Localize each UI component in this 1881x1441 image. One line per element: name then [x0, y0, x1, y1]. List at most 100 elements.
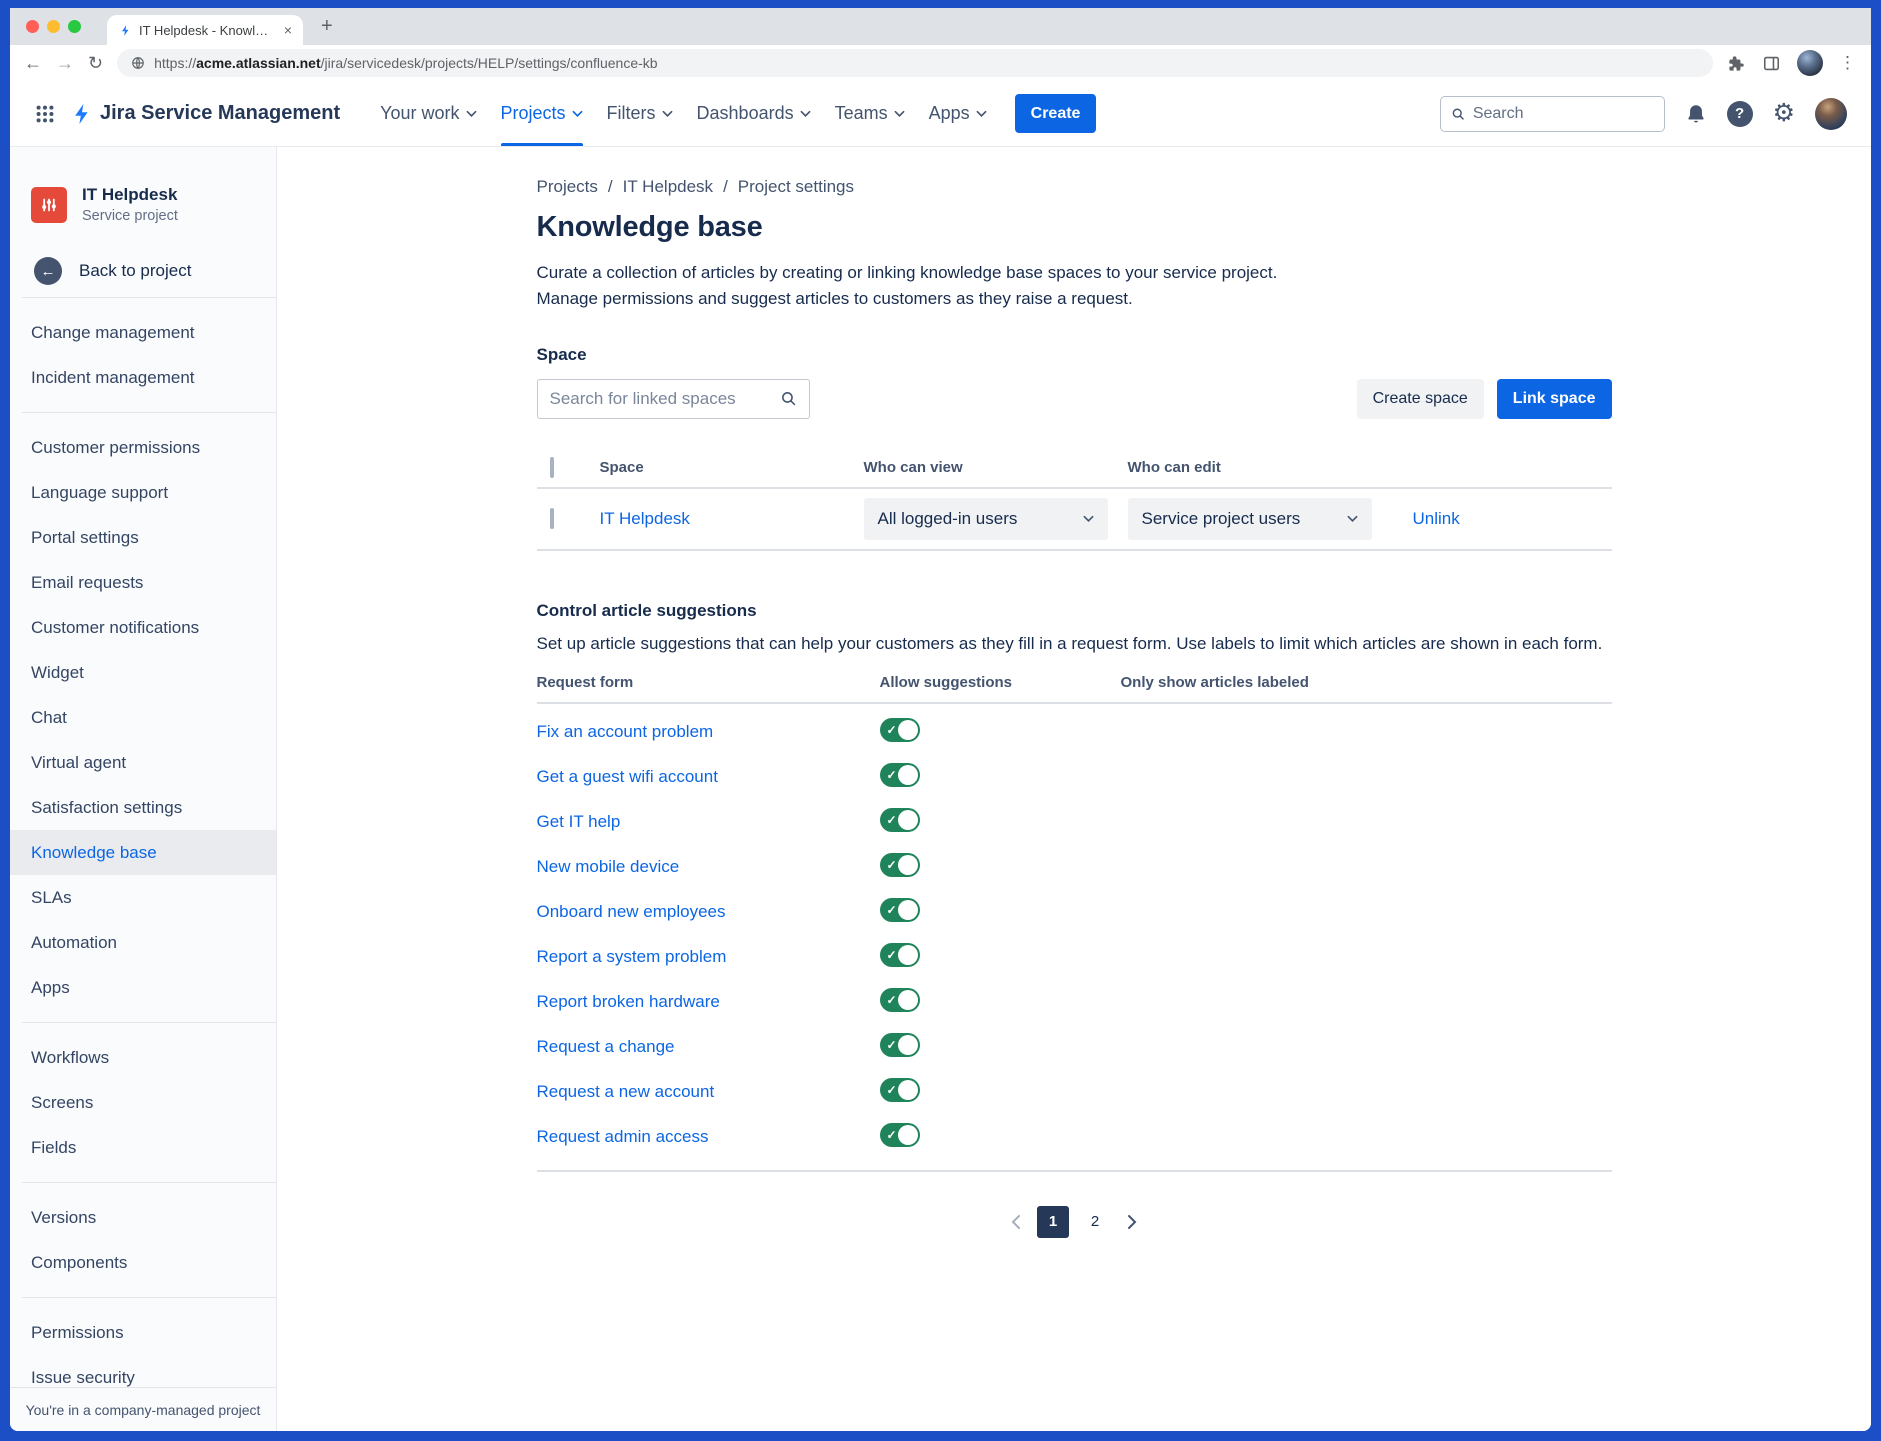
browser-profile-avatar[interactable]	[1797, 50, 1823, 76]
request-form-link[interactable]: Report broken hardware	[537, 992, 720, 1011]
browser-tab-bar: IT Helpdesk - Knowledge base × +	[10, 8, 1871, 45]
linked-spaces-search-input[interactable]	[550, 389, 772, 409]
user-avatar[interactable]	[1815, 98, 1847, 130]
address-bar[interactable]: https://acme.atlassian.net/jira/serviced…	[117, 49, 1713, 77]
sidebar-item-email-requests[interactable]: Email requests	[10, 560, 276, 605]
close-window-button[interactable]	[26, 20, 39, 33]
settings-gear-icon[interactable]: ⚙	[1773, 101, 1795, 126]
request-form-link[interactable]: Request a change	[537, 1037, 675, 1056]
allow-suggestions-toggle[interactable]: ✓	[880, 988, 920, 1012]
space-link[interactable]: IT Helpdesk	[600, 509, 690, 528]
browser-window: IT Helpdesk - Knowledge base × + ← → ↻ h…	[10, 8, 1871, 1431]
sidebar-item-widget[interactable]: Widget	[10, 650, 276, 695]
space-section-heading: Space	[537, 345, 1612, 365]
sidebar-item-workflows[interactable]: Workflows	[10, 1035, 276, 1080]
sidebar-item-incident-management[interactable]: Incident management	[10, 355, 276, 400]
nav-item-filters[interactable]: Filters	[595, 81, 685, 146]
request-form-link[interactable]: Request admin access	[537, 1127, 709, 1146]
global-search[interactable]	[1440, 96, 1665, 132]
sidebar-item-screens[interactable]: Screens	[10, 1080, 276, 1125]
page-2[interactable]: 2	[1079, 1206, 1111, 1238]
request-form-link[interactable]: Fix an account problem	[537, 722, 714, 741]
next-page-icon[interactable]	[1121, 1214, 1143, 1230]
link-space-button[interactable]: Link space	[1497, 379, 1612, 419]
project-sidebar: IT Helpdesk Service project ← Back to pr…	[10, 147, 277, 1431]
sidebar-item-permissions[interactable]: Permissions	[10, 1310, 276, 1355]
suggestion-row-report-broken-hardware: Report broken hardware ✓	[537, 980, 1612, 1025]
zoom-window-button[interactable]	[68, 20, 81, 33]
create-space-button[interactable]: Create space	[1357, 379, 1484, 419]
extensions-puzzle-icon[interactable]	[1727, 54, 1746, 73]
allow-suggestions-toggle[interactable]: ✓	[880, 808, 920, 832]
nav-item-apps[interactable]: Apps	[917, 81, 999, 146]
breadcrumb: Projects/IT Helpdesk/Project settings	[537, 177, 1612, 197]
notifications-bell-icon[interactable]	[1685, 103, 1707, 125]
page-1[interactable]: 1	[1037, 1206, 1069, 1238]
sidebar-item-language-support[interactable]: Language support	[10, 470, 276, 515]
back-to-project[interactable]: ← Back to project	[10, 257, 276, 285]
back-arrow-icon: ←	[34, 257, 62, 285]
allow-suggestions-toggle[interactable]: ✓	[880, 1078, 920, 1102]
back-icon[interactable]: ←	[24, 53, 42, 74]
unlink-link[interactable]: Unlink	[1413, 509, 1460, 528]
sidebar-item-customer-notifications[interactable]: Customer notifications	[10, 605, 276, 650]
who-can-edit-select[interactable]: Service project users	[1128, 498, 1372, 540]
global-search-input[interactable]	[1473, 105, 1654, 123]
sidebar-item-versions[interactable]: Versions	[10, 1195, 276, 1240]
window-controls	[26, 20, 81, 33]
browser-menu-icon[interactable]: ⋮	[1839, 53, 1857, 73]
sidebar-item-apps[interactable]: Apps	[10, 965, 276, 1010]
linked-spaces-search[interactable]	[537, 379, 810, 419]
browser-tab[interactable]: IT Helpdesk - Knowledge base ×	[107, 15, 303, 45]
allow-suggestions-toggle[interactable]: ✓	[880, 853, 920, 877]
minimize-window-button[interactable]	[47, 20, 60, 33]
sidebar-item-slas[interactable]: SLAs	[10, 875, 276, 920]
allow-suggestions-toggle[interactable]: ✓	[880, 1033, 920, 1057]
forward-icon[interactable]: →	[56, 53, 74, 74]
space-row-it-helpdesk: IT Helpdesk All logged-in users Service pr…	[537, 489, 1612, 551]
app-switcher-icon[interactable]	[34, 103, 56, 125]
who-can-view-select[interactable]: All logged-in users	[864, 498, 1108, 540]
allow-suggestions-toggle[interactable]: ✓	[880, 718, 920, 742]
request-form-link[interactable]: Get a guest wifi account	[537, 767, 718, 786]
row-checkbox[interactable]	[550, 508, 554, 529]
refresh-icon[interactable]: ↻	[88, 53, 103, 74]
sidebar-item-satisfaction-settings[interactable]: Satisfaction settings	[10, 785, 276, 830]
sidebar-item-fields[interactable]: Fields	[10, 1125, 276, 1170]
request-form-link[interactable]: Onboard new employees	[537, 902, 726, 921]
allow-suggestions-toggle[interactable]: ✓	[880, 898, 920, 922]
sidebar-item-change-management[interactable]: Change management	[10, 310, 276, 355]
allow-suggestions-toggle[interactable]: ✓	[880, 943, 920, 967]
close-tab-icon[interactable]: ×	[281, 22, 295, 38]
request-form-link[interactable]: Get IT help	[537, 812, 621, 831]
new-tab-button[interactable]: +	[315, 15, 339, 38]
nav-item-projects[interactable]: Projects	[489, 81, 595, 146]
sidebar-item-components[interactable]: Components	[10, 1240, 276, 1285]
nav-item-your-work[interactable]: Your work	[368, 81, 488, 146]
sidebar-item-knowledge-base[interactable]: Knowledge base	[10, 830, 276, 875]
nav-item-dashboards[interactable]: Dashboards	[685, 81, 823, 146]
breadcrumb-projects[interactable]: Projects	[537, 177, 598, 197]
sidebar-item-issue-security[interactable]: Issue security	[10, 1355, 276, 1387]
side-panel-icon[interactable]	[1762, 54, 1781, 73]
breadcrumb-project-settings[interactable]: Project settings	[738, 177, 854, 197]
app-logo[interactable]: Jira Service Management	[70, 102, 340, 126]
prev-page-icon[interactable]	[1005, 1214, 1027, 1230]
select-all-checkbox[interactable]	[550, 457, 554, 478]
sidebar-item-virtual-agent[interactable]: Virtual agent	[10, 740, 276, 785]
sidebar-item-automation[interactable]: Automation	[10, 920, 276, 965]
create-button[interactable]: Create	[1015, 94, 1097, 133]
request-form-link[interactable]: Request a new account	[537, 1082, 715, 1101]
allow-suggestions-toggle[interactable]: ✓	[880, 1123, 920, 1147]
sidebar-item-chat[interactable]: Chat	[10, 695, 276, 740]
suggestions-body: Fix an account problem ✓ Get a guest wifi …	[537, 704, 1612, 1172]
sidebar-item-portal-settings[interactable]: Portal settings	[10, 515, 276, 560]
breadcrumb-it-helpdesk[interactable]: IT Helpdesk	[623, 177, 713, 197]
request-form-link[interactable]: Report a system problem	[537, 947, 727, 966]
request-form-link[interactable]: New mobile device	[537, 857, 680, 876]
sidebar-item-customer-permissions[interactable]: Customer permissions	[10, 425, 276, 470]
help-icon[interactable]: ?	[1727, 101, 1753, 127]
nav-item-teams[interactable]: Teams	[823, 81, 917, 146]
allow-suggestions-toggle[interactable]: ✓	[880, 763, 920, 787]
suggestions-header: Request form Allow suggestions Only show…	[537, 664, 1612, 704]
